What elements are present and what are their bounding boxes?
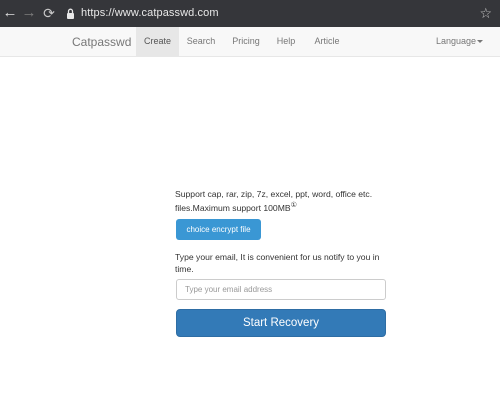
browser-toolbar: ← → ⟳ https://www.catpasswd.com ☆	[0, 0, 500, 27]
nav-item-article[interactable]: Article	[309, 27, 345, 56]
email-instruction-text: Type your email, It is convenient for us…	[175, 252, 380, 274]
language-label: Language	[436, 36, 477, 46]
nav-item-pricing[interactable]: Pricing	[228, 27, 264, 56]
email-input[interactable]	[176, 279, 386, 300]
nav-item-search[interactable]: Search	[183, 27, 219, 56]
start-recovery-button[interactable]: Start Recovery	[176, 309, 386, 337]
forward-arrow-icon[interactable]: →	[21, 5, 37, 21]
supported-formats-label: Support cap, rar, zip, 7z, excel, ppt, w…	[175, 189, 373, 213]
back-arrow-icon[interactable]: ←	[2, 5, 18, 21]
caret-down-icon	[477, 40, 484, 44]
address-bar-url[interactable]: https://www.catpasswd.com	[81, 7, 219, 19]
bookmark-star-icon[interactable]: ☆	[479, 5, 492, 21]
language-dropdown[interactable]: Language	[436, 27, 486, 56]
site-navbar: Catpasswd Create Search Pricing Help Art…	[0, 27, 500, 57]
choose-file-button[interactable]: choice encrypt file	[176, 219, 261, 240]
info-icon[interactable]: ①	[291, 202, 297, 209]
lock-icon	[67, 8, 74, 19]
supported-formats-text: Support cap, rar, zip, 7z, excel, ppt, w…	[175, 188, 390, 214]
nav-item-help[interactable]: Help	[273, 27, 299, 56]
nav-item-create[interactable]: Create	[136, 27, 179, 56]
brand-logo-text[interactable]: Catpasswd	[72, 35, 131, 49]
reload-icon[interactable]: ⟳	[41, 5, 57, 21]
